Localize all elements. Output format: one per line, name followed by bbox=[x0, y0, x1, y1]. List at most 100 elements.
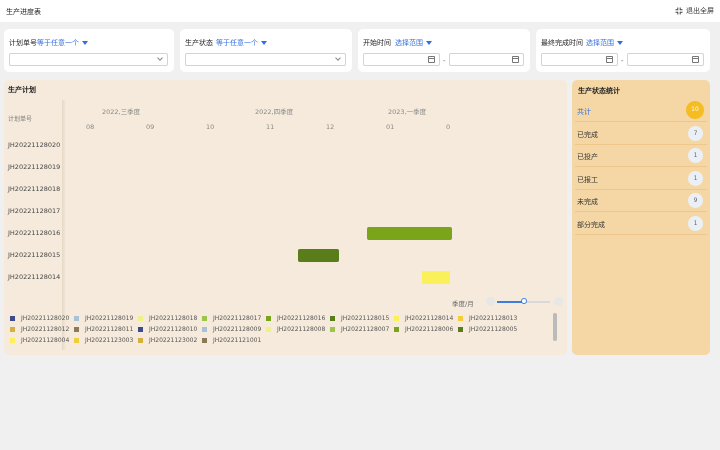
legend-swatch bbox=[394, 327, 399, 332]
plan-number-select[interactable] bbox=[9, 53, 168, 66]
stat-row[interactable]: 部分完成 1 bbox=[575, 213, 707, 235]
calendar-icon bbox=[428, 56, 435, 63]
month-label: 09 bbox=[146, 123, 155, 131]
legend-label: JH20221128011 bbox=[85, 326, 134, 333]
month-label: 10 bbox=[206, 123, 215, 131]
plan-number-row-label: JH20221128019 bbox=[8, 163, 61, 171]
legend-label: JH20221121001 bbox=[213, 337, 262, 344]
stat-label: 已完成 bbox=[577, 130, 598, 139]
caret-down-icon bbox=[261, 41, 267, 45]
plan-number-column-header: 计划单号 bbox=[8, 116, 33, 123]
stat-row[interactable]: 未完成 9 bbox=[575, 190, 707, 212]
legend-swatch bbox=[458, 327, 463, 332]
legend-scrollbar[interactable] bbox=[553, 313, 557, 341]
gantt-bar[interactable] bbox=[422, 271, 450, 284]
legend-item[interactable]: JH20221128013 bbox=[458, 315, 517, 322]
stat-label: 未完成 bbox=[577, 198, 598, 206]
legend-item[interactable]: JH20221128019 bbox=[74, 315, 133, 322]
zoom-slider[interactable] bbox=[497, 298, 550, 304]
exit-fullscreen-button[interactable]: 退出全屏 bbox=[675, 6, 714, 16]
finish-date-to-input[interactable] bbox=[627, 53, 704, 66]
legend-label: JH20221128006 bbox=[405, 326, 454, 333]
filter-mode-dropdown[interactable]: 等于任意一个 bbox=[216, 38, 267, 48]
legend-swatch bbox=[138, 316, 143, 321]
plan-number-row-label: JH20221128018 bbox=[8, 185, 61, 193]
legend-item[interactable]: JH20221128004 bbox=[10, 337, 69, 344]
legend-swatch bbox=[266, 316, 271, 321]
filter-mode-dropdown[interactable]: 等于任意一个 bbox=[37, 38, 88, 48]
plan-number-row-label: JH20221128014 bbox=[8, 273, 61, 281]
month-label: 08 bbox=[86, 123, 95, 131]
legend-label: JH20221128020 bbox=[21, 315, 70, 322]
calendar-icon bbox=[692, 56, 699, 63]
filter-mode-dropdown[interactable]: 选择范围 bbox=[586, 38, 623, 48]
stat-count-badge: 7 bbox=[688, 125, 703, 141]
legend-item[interactable]: JH20221128006 bbox=[394, 326, 453, 333]
status-select[interactable] bbox=[185, 53, 346, 66]
legend-item[interactable]: JH20221128014 bbox=[394, 315, 453, 322]
legend-item[interactable]: JH20221128017 bbox=[202, 315, 261, 322]
legend-item[interactable]: JH20221128012 bbox=[10, 326, 69, 333]
legend-label: JH20221128013 bbox=[469, 315, 518, 322]
legend-item[interactable]: JH20221128010 bbox=[138, 326, 197, 333]
calendar-icon bbox=[606, 56, 613, 63]
legend-item[interactable]: JH20221128020 bbox=[10, 315, 69, 322]
legend-item[interactable]: JH20221128011 bbox=[74, 326, 133, 333]
legend-item[interactable]: JH20221128008 bbox=[266, 326, 325, 333]
stat-label: 已投产 bbox=[577, 153, 598, 161]
legend-label: JH20221128012 bbox=[21, 326, 70, 333]
filter-mode-label: 选择范围 bbox=[395, 39, 423, 47]
stat-row-total[interactable]: 共计 10 bbox=[575, 100, 707, 122]
legend-item[interactable]: JH20221123002 bbox=[138, 337, 197, 344]
stat-count-badge: 1 bbox=[688, 170, 703, 186]
zoom-slider-fill bbox=[497, 301, 524, 303]
stat-row[interactable]: 已投产 1 bbox=[575, 145, 707, 167]
plan-number-row-label: JH20221128016 bbox=[8, 229, 61, 237]
zoom-out-button[interactable] bbox=[486, 297, 495, 306]
legend-item[interactable]: JH20221128007 bbox=[330, 326, 389, 333]
filter-mode-label: 等于任意一个 bbox=[37, 39, 79, 47]
caret-down-icon bbox=[617, 41, 623, 45]
gantt-bar[interactable] bbox=[366, 227, 452, 240]
legend-item[interactable]: JH20221128005 bbox=[458, 326, 517, 333]
stat-row[interactable]: 已完成 7 bbox=[575, 123, 707, 145]
legend-swatch bbox=[202, 316, 207, 321]
legend-item[interactable]: JH20221128018 bbox=[138, 315, 197, 322]
legend-swatch bbox=[202, 327, 207, 332]
stat-count-badge: 1 bbox=[688, 215, 703, 231]
date-range-separator: - bbox=[621, 57, 624, 65]
legend-label: JH20221128007 bbox=[341, 326, 390, 333]
legend-swatch bbox=[394, 316, 399, 321]
legend-item[interactable]: JH20221121001 bbox=[202, 337, 261, 344]
legend-item[interactable]: JH20221128015 bbox=[330, 315, 389, 322]
legend-label: JH20221128009 bbox=[213, 326, 262, 333]
production-plan-panel: 生产计划 计划单号 2022,三季度 2022,四季度 2023,一季度 08 09 10… bbox=[4, 80, 567, 355]
month-label: 12 bbox=[326, 123, 335, 131]
legend-item[interactable]: JH20221128009 bbox=[202, 326, 261, 333]
legend-label: JH20221128010 bbox=[149, 326, 198, 333]
finish-date-from-input[interactable] bbox=[541, 53, 618, 66]
legend-label: JH20221128015 bbox=[341, 315, 390, 322]
filter-mode-label: 选择范围 bbox=[586, 39, 614, 47]
legend-swatch bbox=[10, 327, 15, 332]
page-title: 生产进度表 bbox=[6, 8, 41, 16]
zoom-in-button[interactable] bbox=[554, 297, 563, 306]
start-date-to-input[interactable] bbox=[449, 53, 524, 66]
legend-label: JH20221128004 bbox=[21, 337, 70, 344]
legend-item[interactable]: JH20221123003 bbox=[74, 337, 133, 344]
chevron-down-icon bbox=[335, 55, 341, 61]
zoom-slider-handle[interactable] bbox=[520, 298, 527, 304]
legend-swatch bbox=[74, 338, 79, 343]
stat-row[interactable]: 已报工 1 bbox=[575, 168, 707, 190]
filter-mode-dropdown[interactable]: 选择范围 bbox=[395, 38, 432, 48]
stat-label: 已报工 bbox=[577, 175, 598, 184]
legend-item[interactable]: JH20221128016 bbox=[266, 315, 325, 322]
month-label: 11 bbox=[266, 123, 275, 131]
gantt-divider[interactable] bbox=[62, 100, 66, 350]
production-status-stats-panel: 生产状态统计 共计 10 已完成 7 已投产 1 已报工 1 未完成 9 部分完成 1 bbox=[572, 80, 710, 355]
gantt-bar[interactable] bbox=[297, 249, 340, 262]
legend-label: JH20221128018 bbox=[149, 315, 198, 322]
month-label: 0 bbox=[446, 123, 451, 131]
start-date-from-input[interactable] bbox=[363, 53, 440, 66]
plan-number-row-label: JH20221128015 bbox=[8, 251, 61, 259]
